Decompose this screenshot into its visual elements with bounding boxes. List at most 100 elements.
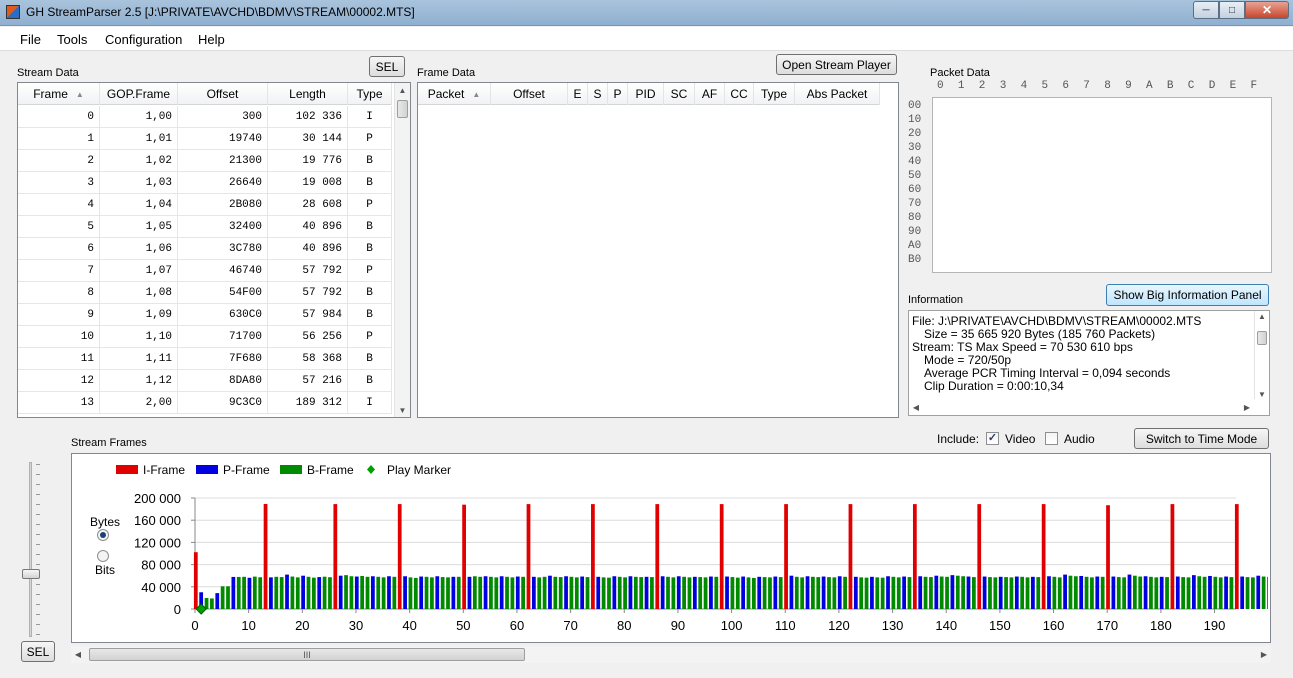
audio-checkbox-label[interactable]: Audio: [1064, 432, 1095, 446]
chart-hscroll[interactable]: ◀ III ▶: [71, 646, 1271, 663]
table-row[interactable]: 11 1,11 7F680 58 368 B: [18, 348, 392, 370]
table-row[interactable]: 10 1,10 71700 56 256 P: [18, 326, 392, 348]
table-row[interactable]: 9 1,09 630C0 57 984 B: [18, 304, 392, 326]
menu-help[interactable]: Help: [198, 32, 225, 47]
scroll-left-icon[interactable]: ◀: [909, 399, 923, 415]
table-cell: 1,08: [100, 282, 178, 304]
p-frame-bar: [966, 576, 971, 609]
table-row[interactable]: 3 1,03 26640 19 008 B: [18, 172, 392, 194]
table-row[interactable]: 7 1,07 46740 57 792 P: [18, 260, 392, 282]
scroll-up-icon[interactable]: ▲: [395, 83, 410, 97]
zoom-slider-track[interactable]: [29, 462, 32, 637]
col-sc[interactable]: SC: [664, 83, 695, 105]
open-stream-player-button[interactable]: Open Stream Player: [776, 54, 897, 75]
x-tick-label: 160: [1043, 618, 1065, 633]
table-cell: 57 792: [268, 282, 348, 304]
b-frame-bar: [617, 576, 622, 609]
info-line-mode: Mode = 720/50p: [924, 353, 1012, 367]
packet-col-header: F: [1250, 80, 1258, 92]
table-row[interactable]: 5 1,05 32400 40 896 B: [18, 216, 392, 238]
info-vscroll[interactable]: ▲ ▼: [1254, 311, 1269, 399]
p-frame-bar: [317, 577, 322, 609]
b-frame-bar: [328, 577, 332, 609]
p-frame-bar: [1240, 576, 1245, 609]
i-frame-bar: [848, 504, 853, 609]
p-frame-bar: [1143, 576, 1148, 609]
col-af[interactable]: AF: [695, 83, 725, 105]
scroll-thumb[interactable]: [1257, 331, 1267, 345]
checkmark-icon: ✓: [987, 432, 998, 444]
menu-tools[interactable]: Tools: [57, 32, 87, 47]
y-tick-label: 200 000: [134, 491, 181, 506]
maximize-button[interactable]: □: [1219, 1, 1245, 19]
y-tick-label: 80 000: [141, 558, 181, 573]
b-frame-bar: [1218, 577, 1223, 609]
packet-col-header: C: [1187, 80, 1195, 92]
stream-frames-sel-button[interactable]: SEL: [21, 641, 55, 662]
col-pid[interactable]: PID: [628, 83, 664, 105]
col-offset[interactable]: Offset: [178, 83, 268, 105]
scroll-thumb[interactable]: [397, 100, 408, 118]
stream-frames-chart[interactable]: 0 40 000 80 000 120 000 160 000 200 000 0 10 20 3…: [72, 454, 1268, 640]
col-e[interactable]: E: [568, 83, 588, 105]
table-row[interactable]: 2 1,02 21300 19 776 B: [18, 150, 392, 172]
scroll-down-icon[interactable]: ▼: [1255, 389, 1269, 399]
scroll-right-icon[interactable]: ▶: [1257, 646, 1271, 663]
frame-data-grid[interactable]: Packet ▲ Offset E S P PID SC AF CC Type A…: [417, 82, 899, 418]
col-s[interactable]: S: [588, 83, 608, 105]
video-checkbox-label[interactable]: Video: [1005, 432, 1035, 446]
legend-b-frame: B-Frame: [307, 463, 354, 477]
p-frame-bar: [580, 576, 585, 609]
window-title: GH StreamParser 2.5 [J:\PRIVATE\AVCHD\BD…: [26, 5, 415, 19]
switch-to-time-mode-button[interactable]: Switch to Time Mode: [1134, 428, 1269, 449]
stream-data-vscroll[interactable]: ▲ ▼: [394, 83, 410, 417]
menu-configuration[interactable]: Configuration: [105, 32, 182, 47]
col-fd-offset[interactable]: Offset: [491, 83, 568, 105]
minimize-button[interactable]: ─: [1193, 1, 1219, 19]
col-length[interactable]: Length: [268, 83, 348, 105]
table-row[interactable]: 6 1,06 3C780 40 896 B: [18, 238, 392, 260]
stream-data-grid[interactable]: Frame ▲ GOP.Frame Offset Length Type 0 1,0…: [17, 82, 411, 418]
packet-data-view[interactable]: [932, 97, 1272, 273]
menu-file[interactable]: File: [20, 32, 41, 47]
scroll-down-icon[interactable]: ▼: [395, 403, 410, 417]
i-frame-bar: [526, 504, 531, 609]
col-p[interactable]: P: [608, 83, 628, 105]
b-frame-bar: [607, 577, 611, 609]
b-frame-bar: [1052, 576, 1057, 609]
stream-data-sel-button[interactable]: SEL: [369, 56, 405, 77]
info-hscroll[interactable]: ◀ ▶: [909, 399, 1254, 415]
table-row[interactable]: 4 1,04 2B080 28 608 P: [18, 194, 392, 216]
p-frame-bar: [1095, 576, 1100, 609]
table-row[interactable]: 8 1,08 54F00 57 792 B: [18, 282, 392, 304]
packet-col-header: 4: [1020, 80, 1028, 92]
packet-row-header: A0: [908, 240, 922, 252]
show-big-information-panel-button[interactable]: Show Big Information Panel: [1106, 284, 1269, 306]
col-gop-frame[interactable]: GOP.Frame: [100, 83, 178, 105]
audio-checkbox[interactable]: [1045, 432, 1058, 445]
p-frame-bar: [435, 576, 440, 609]
col-type[interactable]: Type: [348, 83, 392, 105]
information-textbox[interactable]: File: J:\PRIVATE\AVCHD\BDMV\STREAM\00002…: [908, 310, 1270, 416]
table-cell: 1,09: [100, 304, 178, 326]
close-button[interactable]: ✕: [1245, 1, 1289, 19]
table-row[interactable]: 12 1,12 8DA80 57 216 B: [18, 370, 392, 392]
col-cc[interactable]: CC: [725, 83, 754, 105]
b-frame-bar: [1100, 576, 1105, 609]
table-row[interactable]: 1 1,01 19740 30 144 P: [18, 128, 392, 150]
scroll-right-icon[interactable]: ▶: [1240, 399, 1254, 415]
zoom-slider-thumb[interactable]: [22, 569, 40, 579]
video-checkbox[interactable]: ✓: [986, 432, 999, 445]
scroll-left-icon[interactable]: ◀: [71, 646, 85, 663]
chart-hscroll-thumb[interactable]: III: [89, 648, 525, 661]
p-frame-bar: [1014, 576, 1019, 609]
table-cell: 8DA80: [178, 370, 268, 392]
col-packet[interactable]: Packet ▲: [418, 83, 491, 105]
b-frame-bar: [1057, 577, 1062, 609]
table-row[interactable]: 0 1,00 300 102 336 I: [18, 106, 392, 128]
col-frame[interactable]: Frame ▲: [18, 83, 100, 105]
col-abs-packet[interactable]: Abs Packet: [795, 83, 880, 105]
col-fd-type[interactable]: Type: [754, 83, 795, 105]
scroll-up-icon[interactable]: ▲: [1255, 311, 1269, 321]
table-row[interactable]: 13 2,00 9C3C0 189 312 I: [18, 392, 392, 414]
